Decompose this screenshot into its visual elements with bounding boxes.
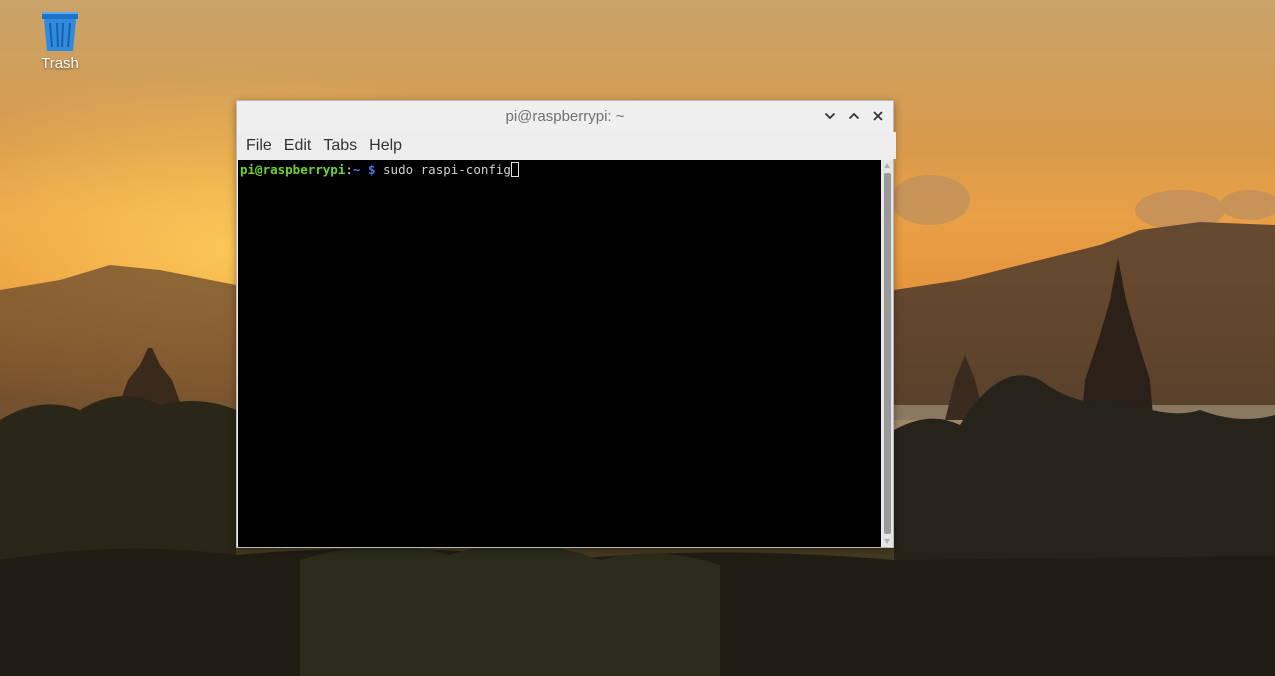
- menu-edit[interactable]: Edit: [278, 132, 318, 159]
- command-text: sudo raspi-config: [383, 162, 511, 177]
- menu-file[interactable]: File: [240, 132, 278, 159]
- scroll-down-icon[interactable]: [884, 539, 890, 544]
- minimize-button[interactable]: [820, 106, 840, 126]
- text-cursor: [510, 162, 519, 177]
- menu-tabs[interactable]: Tabs: [317, 132, 363, 159]
- prompt-symbol: $: [367, 162, 376, 177]
- prompt-colon: :: [345, 162, 353, 177]
- maximize-button[interactable]: [844, 106, 864, 126]
- window-titlebar[interactable]: pi@raspberrypi: ~: [237, 101, 893, 132]
- trash-desktop-icon[interactable]: Trash: [22, 10, 98, 82]
- desktop: Trash pi@raspberrypi: ~ File Edit Tabs H…: [0, 0, 1275, 676]
- terminal-window[interactable]: pi@raspberrypi: ~ File Edit Tabs Help pi…: [236, 100, 896, 548]
- trash-icon: [42, 12, 78, 51]
- prompt-path: ~: [352, 162, 361, 177]
- scrollbar-thumb[interactable]: [884, 173, 891, 534]
- menu-help[interactable]: Help: [363, 132, 408, 159]
- minimize-icon: [824, 112, 836, 120]
- menu-bar: File Edit Tabs Help: [237, 132, 896, 159]
- maximize-icon: [848, 112, 860, 120]
- prompt-user-host: pi@raspberrypi: [240, 162, 346, 177]
- window-title: pi@raspberrypi: ~: [505, 108, 625, 125]
- terminal-area[interactable]: pi@raspberrypi:~ $ sudo raspi-config: [238, 160, 881, 547]
- terminal-scrollbar[interactable]: [882, 160, 893, 547]
- scroll-up-icon[interactable]: [884, 163, 890, 168]
- close-icon: [873, 111, 883, 121]
- terminal-line: pi@raspberrypi:~ $ sudo raspi-config: [240, 161, 879, 179]
- trash-label: Trash: [41, 55, 79, 72]
- close-button[interactable]: [868, 106, 888, 126]
